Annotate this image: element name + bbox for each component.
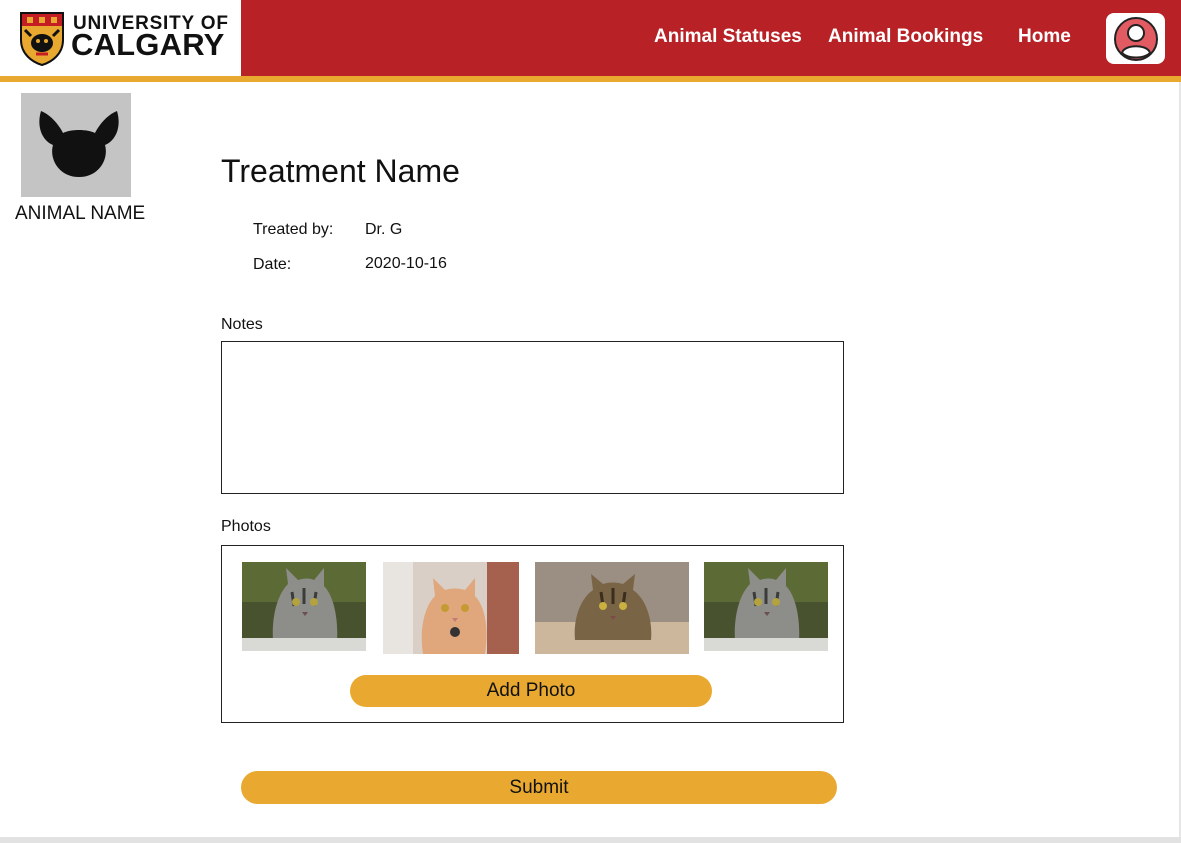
user-avatar-icon (1114, 17, 1158, 61)
animal-name: ANIMAL NAME (15, 203, 146, 224)
logo-text-line2: CALGARY (71, 27, 225, 62)
university-logo[interactable]: UNIVERSITY OF CALGARY (0, 0, 241, 76)
photos-gallery: Add Photo (221, 545, 844, 723)
profile-button[interactable] (1106, 13, 1165, 64)
date-value: 2020-10-16 (365, 255, 447, 272)
animal-photo (21, 93, 131, 197)
submit-button[interactable]: Submit (241, 771, 837, 804)
photos-label: Photos (221, 518, 271, 535)
university-crest-icon (20, 12, 64, 66)
treatment-title: Treatment Name (221, 153, 460, 189)
notes-label: Notes (221, 316, 263, 333)
navbar-accent-stripe (0, 76, 1181, 82)
treated-by-value: Dr. G (365, 221, 403, 238)
nav-home[interactable]: Home (1018, 26, 1071, 48)
date-label: Date: (253, 256, 292, 273)
nav-animal-statuses[interactable]: Animal Statuses (654, 26, 802, 48)
photo-orange-cat[interactable] (383, 562, 519, 654)
treated-by-label: Treated by: (253, 221, 334, 238)
add-photo-button[interactable]: Add Photo (350, 675, 712, 707)
notes-textarea[interactable] (221, 341, 844, 494)
photo-tabby-cat-1[interactable] (242, 562, 366, 651)
photo-tabby-cat-2[interactable] (535, 562, 689, 654)
nav-animal-bookings[interactable]: Animal Bookings (828, 26, 983, 48)
photo-tabby-cat-3[interactable] (704, 562, 828, 651)
page-bottom-border (0, 837, 1181, 843)
animal-silhouette-icon (39, 111, 119, 177)
